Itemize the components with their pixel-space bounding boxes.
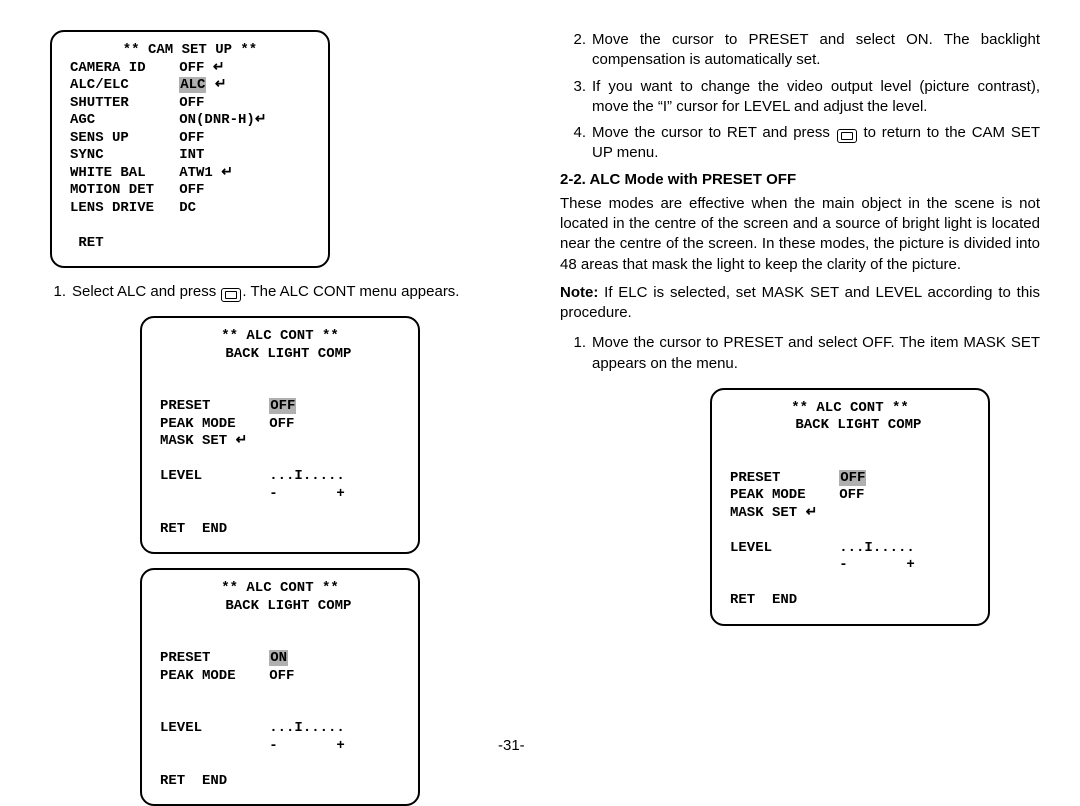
- right-step-1b: 1. Move the cursor to PRESET and select …: [560, 333, 1040, 374]
- left-step-1: 1. Select ALC and press . The ALC CONT m…: [40, 282, 520, 302]
- right-step-2: 2. Move the cursor to PRESET and select …: [560, 30, 1040, 71]
- cam-setup-title: ** CAM SET UP **: [70, 42, 310, 60]
- alc-elc-value: ALC: [179, 77, 206, 93]
- page-number: -31-: [498, 737, 525, 754]
- preset-value-right: OFF: [839, 470, 866, 486]
- section-paragraph: These modes are effective when the main …: [560, 194, 1040, 275]
- left-column: ** CAM SET UP **CAMERA ID OFF ↵ ALC/ELC …: [40, 30, 520, 758]
- step-number: 1.: [40, 282, 72, 302]
- set-button-icon: [221, 288, 241, 302]
- alc-cont-panel-right: ** ALC CONT ** BACK LIGHT COMP PRESET OF…: [710, 388, 990, 626]
- right-step-4: 4. Move the cursor to RET and press to r…: [560, 123, 1040, 164]
- preset-value: OFF: [269, 398, 296, 414]
- alc-cont-panel-preset-on: ** ALC CONT ** BACK LIGHT COMP PRESET ON…: [140, 568, 420, 806]
- cam-setup-panel: ** CAM SET UP **CAMERA ID OFF ↵ ALC/ELC …: [50, 30, 330, 268]
- page-root: ** CAM SET UP **CAMERA ID OFF ↵ ALC/ELC …: [0, 0, 1080, 758]
- right-step-3: 3. If you want to change the video outpu…: [560, 77, 1040, 118]
- right-column: 2. Move the cursor to PRESET and select …: [560, 30, 1040, 758]
- set-button-icon: [837, 129, 857, 143]
- section-heading: 2-2. ALC Mode with PRESET OFF: [560, 170, 1040, 190]
- note-paragraph: Note: If ELC is selected, set MASK SET a…: [560, 283, 1040, 324]
- alc-cont-panel-preset-off: ** ALC CONT ** BACK LIGHT COMP PRESET OF…: [140, 316, 420, 554]
- alc-cont-title: ** ALC CONT **: [160, 328, 400, 346]
- preset-value-on: ON: [269, 650, 288, 666]
